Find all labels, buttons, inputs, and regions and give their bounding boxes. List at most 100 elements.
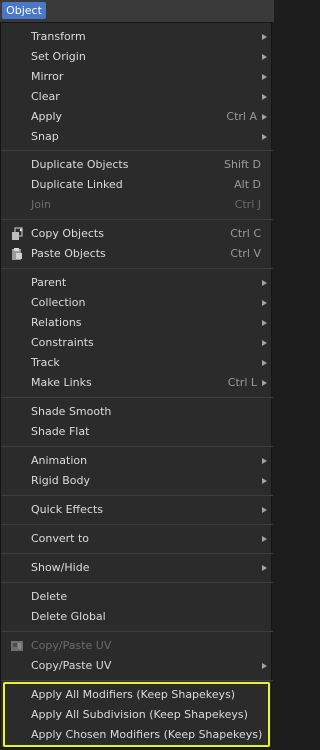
menu-separator [1,631,273,632]
highlight-annotation-box [3,682,270,747]
menu-item-label: Mirror [31,70,64,83]
menu-item-apply[interactable]: Apply Ctrl A [1,107,273,127]
copy-objects-icon [10,227,24,241]
menu-item-track[interactable]: Track [1,353,273,373]
menu-item-label: Copy/Paste UV [31,639,112,652]
menu-item-label: Apply [31,110,63,123]
menu-item-duplicate-linked[interactable]: Duplicate Linked Alt D [1,175,273,195]
menu-item-shortcut: Shift D [224,158,261,171]
submenu-arrow-icon [262,134,267,140]
menu-separator [1,582,273,583]
menu-item-mirror[interactable]: Mirror [1,67,273,87]
menu-item-copy-paste-uv[interactable]: Copy/Paste UV [1,656,273,676]
menu-item-label: Set Origin [31,50,86,63]
menu-item-label: Duplicate Linked [31,178,123,191]
submenu-arrow-icon [262,94,267,100]
submenu-arrow-icon [262,320,267,326]
menu-item-quick-effects[interactable]: Quick Effects [1,500,273,520]
menu-separator [1,219,273,220]
menu-separator [1,495,273,496]
menu-item-label: Constraints [31,336,94,349]
menu-item-label: Show/Hide [31,561,90,574]
menu-item-clear[interactable]: Clear [1,87,273,107]
menu-item-shortcut: Ctrl L [227,376,257,389]
menu-item-label: Make Links [31,376,92,389]
menu-separator [1,397,273,398]
menu-item-label: Duplicate Objects [31,158,129,171]
object-menu-tab[interactable]: Object [2,2,46,19]
menu-item-convert-to[interactable]: Convert to [1,529,273,549]
menu-item-set-origin[interactable]: Set Origin [1,47,273,67]
menu-item-label: Copy/Paste UV [31,659,112,672]
menu-separator [1,553,273,554]
menu-separator [1,446,273,447]
menu-header-bar: Object [0,0,274,22]
menu-item-label: Shade Flat [31,425,90,438]
menu-item-collection[interactable]: Collection [1,293,273,313]
submenu-arrow-icon [262,507,267,513]
menu-item-parent[interactable]: Parent [1,273,273,293]
submenu-arrow-icon [262,536,267,542]
menu-item-shortcut: Alt D [234,178,261,191]
menu-item-label: Delete [31,590,68,603]
menu-item-label: Join [31,198,52,211]
menu-item-delete-global[interactable]: Delete Global [1,607,273,627]
menu-item-shade-flat[interactable]: Shade Flat [1,422,273,442]
menu-item-label: Shade Smooth [31,405,112,418]
submenu-arrow-icon [262,360,267,366]
submenu-arrow-icon [262,54,267,60]
object-dropdown-menu: Transform Set Origin Mirror Clear Apply … [0,22,273,748]
menu-item-label: Animation [31,454,88,467]
menu-item-shortcut: Ctrl J [234,198,261,211]
menu-item-label: Parent [31,276,67,289]
menu-item-label: Clear [31,90,60,103]
menu-item-show-hide[interactable]: Show/Hide [1,558,273,578]
menu-item-constraints[interactable]: Constraints [1,333,273,353]
menu-item-label: Collection [31,296,86,309]
paste-objects-icon [10,247,24,261]
submenu-arrow-icon [262,478,267,484]
submenu-arrow-icon [262,663,267,669]
submenu-arrow-icon [262,458,267,464]
submenu-arrow-icon [262,74,267,80]
menu-item-label: Quick Effects [31,503,103,516]
menu-item-shade-smooth[interactable]: Shade Smooth [1,402,273,422]
menu-item-copy-objects[interactable]: Copy Objects Ctrl C [1,224,273,244]
menu-item-copy-paste-uv-disabled: Copy/Paste UV [1,636,273,656]
submenu-arrow-icon [262,34,267,40]
menu-item-join: Join Ctrl J [1,195,273,215]
submenu-arrow-icon [262,280,267,286]
menu-item-shortcut: Ctrl V [230,247,261,260]
menu-item-label: Relations [31,316,82,329]
menu-item-label: Paste Objects [31,247,106,260]
menu-item-shortcut: Ctrl A [226,110,257,123]
menu-item-label: Snap [31,130,59,143]
submenu-arrow-icon [262,300,267,306]
menu-item-shortcut: Ctrl C [230,227,261,240]
menu-item-transform[interactable]: Transform [1,27,273,47]
menu-separator [1,524,273,525]
menu-separator [1,680,273,681]
menu-item-label: Rigid Body [31,474,90,487]
menu-item-label: Track [31,356,60,369]
menu-separator [1,268,273,269]
menu-item-snap[interactable]: Snap [1,127,273,147]
menu-item-relations[interactable]: Relations [1,313,273,333]
submenu-arrow-icon [262,114,267,120]
submenu-arrow-icon [262,565,267,571]
menu-item-paste-objects[interactable]: Paste Objects Ctrl V [1,244,273,264]
menu-item-label: Copy Objects [31,227,104,240]
copy-paste-uv-icon [10,639,24,653]
submenu-arrow-icon [262,380,267,386]
menu-separator [1,150,273,151]
menu-item-rigid-body[interactable]: Rigid Body [1,471,273,491]
menu-item-animation[interactable]: Animation [1,451,273,471]
menu-item-label: Transform [31,30,86,43]
menu-item-duplicate-objects[interactable]: Duplicate Objects Shift D [1,155,273,175]
menu-item-label: Convert to [31,532,90,545]
submenu-arrow-icon [262,340,267,346]
menu-item-make-links[interactable]: Make Links Ctrl L [1,373,273,393]
menu-screen: Object Transform Set Origin Mirror Clear… [0,0,274,750]
menu-item-delete[interactable]: Delete [1,587,273,607]
menu-item-label: Delete Global [31,610,106,623]
